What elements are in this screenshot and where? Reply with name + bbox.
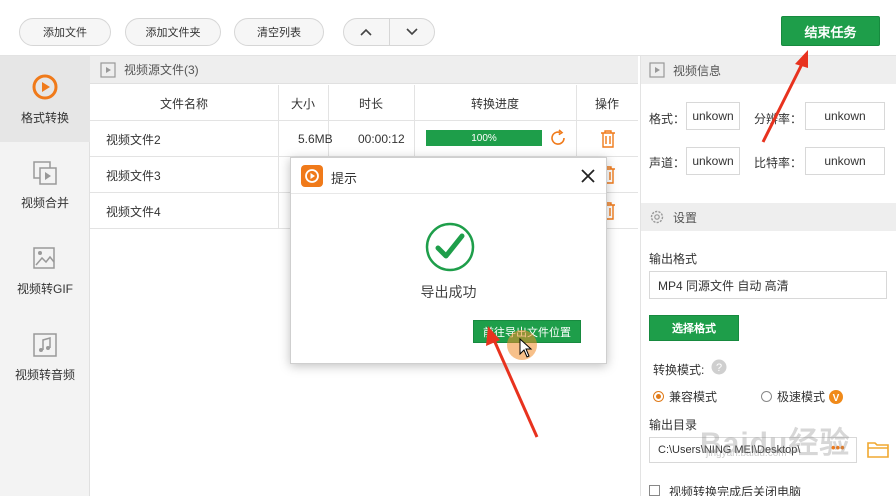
- video-to-gif-icon: [33, 246, 55, 269]
- shutdown-checkbox[interactable]: [649, 485, 660, 496]
- sidebar-item-video-merge[interactable]: 视频合并: [0, 142, 90, 228]
- close-icon[interactable]: [579, 167, 597, 185]
- file-list-header: 视频源文件(3): [90, 56, 638, 84]
- video-to-audio-icon: [33, 332, 57, 357]
- sidebar-item-label: 视频转GIF: [17, 281, 73, 296]
- end-task-button[interactable]: 结束任务: [781, 16, 880, 46]
- column-header-action: 操作: [594, 96, 619, 111]
- format-label: 格式：: [649, 112, 686, 126]
- video-info-icon: [649, 62, 665, 78]
- settings-title: 设置: [673, 210, 698, 225]
- video-info-title: 视频信息: [673, 63, 722, 78]
- dialog-message: 导出成功: [420, 284, 477, 300]
- compat-mode-label: 兼容模式: [669, 390, 718, 404]
- resolution-label: 分辨率：: [754, 112, 803, 126]
- file-list-title: 视频源文件(3): [124, 63, 199, 77]
- sidebar-item-label: 视频合并: [20, 195, 69, 210]
- convert-mode-label: 转换模式:: [653, 363, 705, 377]
- file-name: 视频文件4: [106, 204, 161, 219]
- file-size: 5.6MB: [298, 132, 333, 146]
- fast-mode-radio[interactable]: 极速模式 V: [761, 388, 844, 405]
- sidebar-item-label: 格式转换: [20, 110, 69, 125]
- audio-channel-label: 声道：: [649, 156, 686, 170]
- vip-badge-icon: V: [829, 389, 844, 404]
- sidebar-item-label: 视频转音频: [14, 367, 75, 382]
- bitrate-label: 比特率：: [754, 156, 803, 170]
- gear-icon: [650, 210, 664, 224]
- success-check-icon: [425, 222, 475, 272]
- video-info-header: 视频信息: [641, 56, 896, 84]
- success-dialog: 提示 导出成功 前往导出文件位置: [290, 157, 607, 364]
- output-dir-label: 输出目录: [649, 418, 698, 432]
- move-down-button[interactable]: [388, 19, 435, 45]
- refresh-icon[interactable]: [549, 129, 567, 147]
- video-merge-icon: [33, 160, 57, 185]
- table-row[interactable]: 视频文件2 5.6MB 00:00:12 100%: [90, 121, 638, 157]
- audio-channel-value: unkown: [686, 147, 740, 175]
- file-name: 视频文件2: [106, 132, 161, 147]
- sidebar-item-format-convert[interactable]: 格式转换: [0, 56, 90, 142]
- choose-format-button[interactable]: 选择格式: [649, 315, 739, 341]
- file-name: 视频文件3: [106, 168, 161, 183]
- toolbar: 添加文件 添加文件夹 清空列表 结束任务: [0, 0, 896, 56]
- svg-text:?: ?: [716, 362, 722, 374]
- format-convert-icon: [32, 74, 58, 99]
- dialog-title-bar: 提示: [291, 158, 606, 194]
- bitrate-value: unkown: [805, 147, 885, 175]
- move-up-button[interactable]: [344, 19, 389, 45]
- video-file-icon: [100, 61, 116, 78]
- cursor-icon: [519, 338, 533, 358]
- sidebar: 格式转换 视频合并 视频转GIF 视频转音频: [0, 56, 90, 496]
- chevron-down-icon: [406, 28, 418, 36]
- add-folder-button[interactable]: 添加文件夹: [125, 18, 221, 46]
- compat-mode-radio[interactable]: 兼容模式: [653, 388, 717, 405]
- radio-button: [761, 391, 772, 402]
- column-header-name[interactable]: 文件名称: [90, 85, 278, 121]
- output-format-label: 输出格式: [649, 252, 698, 266]
- column-header-progress[interactable]: 转换进度: [414, 85, 576, 121]
- folder-icon[interactable]: [867, 439, 889, 459]
- dialog-title: 提示: [331, 171, 358, 186]
- sidebar-item-video-to-gif[interactable]: 视频转GIF: [0, 228, 90, 314]
- move-button-group: [343, 18, 435, 46]
- sidebar-item-video-to-audio[interactable]: 视频转音频: [0, 314, 90, 400]
- progress-bar: 100%: [426, 130, 542, 146]
- fast-mode-label: 极速模式: [777, 390, 826, 404]
- radio-button: [653, 391, 664, 402]
- resolution-value: unkown: [805, 102, 885, 130]
- clear-list-button[interactable]: 清空列表: [234, 18, 324, 46]
- column-header-duration[interactable]: 时长: [328, 85, 414, 121]
- column-header-size[interactable]: 大小: [278, 85, 328, 121]
- format-value: unkown: [686, 102, 740, 130]
- help-icon[interactable]: ?: [711, 359, 727, 375]
- svg-text:V: V: [833, 393, 840, 404]
- add-file-button[interactable]: 添加文件: [19, 18, 111, 46]
- output-format-field[interactable]: MP4 同源文件 自动 高清: [649, 271, 887, 299]
- watermark-sub: jingyan.baidu.com: [706, 448, 787, 459]
- file-duration: 00:00:12: [358, 132, 405, 146]
- shutdown-label: 视频转换完成后关闭电脑: [669, 485, 802, 496]
- app-logo-icon: [301, 165, 323, 187]
- chevron-up-icon: [360, 28, 372, 36]
- table-header: 文件名称 大小 时长 转换进度 操作: [90, 85, 638, 121]
- settings-header: 设置: [641, 203, 896, 231]
- delete-icon[interactable]: [600, 130, 616, 148]
